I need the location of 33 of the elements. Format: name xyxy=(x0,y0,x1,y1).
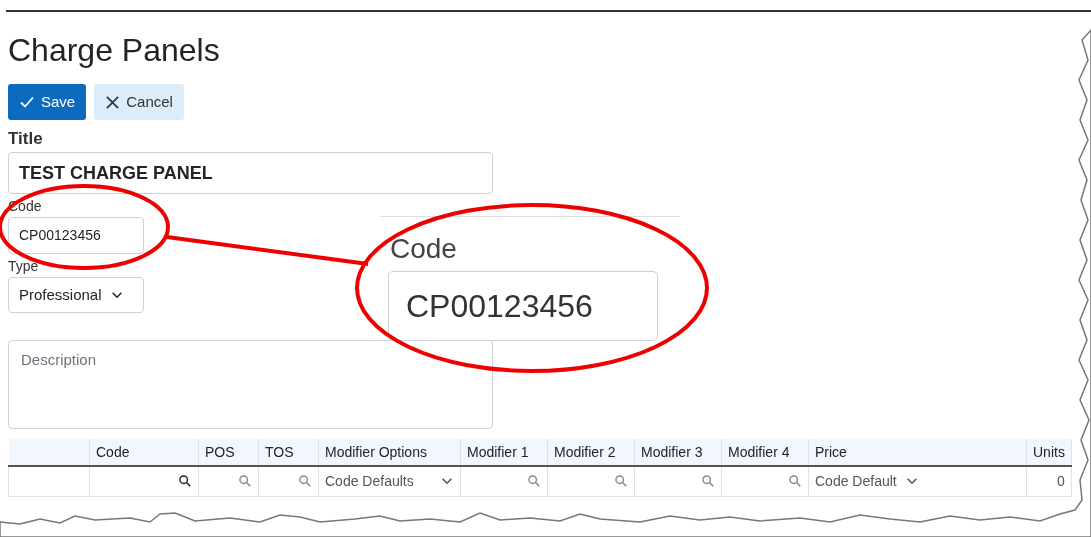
filter-cell[interactable] xyxy=(258,466,319,496)
column-header: Modifier 4 xyxy=(721,439,809,466)
field-label: Title xyxy=(8,129,44,149)
filter-cell[interactable] xyxy=(198,466,259,496)
filter-dropdown[interactable]: Code Default xyxy=(808,466,1027,496)
type-dropdown[interactable]: Professional xyxy=(8,277,144,313)
code-field[interactable]: CP00123456 xyxy=(8,217,144,254)
field-label: Code xyxy=(390,233,457,265)
filter-cell[interactable]: 0 xyxy=(1026,466,1072,496)
title-field[interactable]: TEST CHARGE PANEL xyxy=(8,152,493,194)
page-title: Charge Panels xyxy=(8,31,221,70)
column-header: Modifier 2 xyxy=(547,439,635,466)
column-header: Units xyxy=(1026,439,1072,466)
column-header: POS xyxy=(198,439,259,466)
filter-cell[interactable] xyxy=(634,466,722,496)
column-header: Modifier Options xyxy=(318,439,461,466)
close-icon xyxy=(105,94,121,110)
filter-cell[interactable] xyxy=(460,466,548,496)
column-header: TOS xyxy=(258,439,319,466)
description-field[interactable]: Description xyxy=(8,340,493,429)
column-header: Code xyxy=(89,439,199,466)
filter-cell[interactable] xyxy=(721,466,809,496)
filter-cell[interactable] xyxy=(89,466,199,496)
column-header: Modifier 3 xyxy=(634,439,722,466)
column-header: Modifier 1 xyxy=(460,439,548,466)
filter-dropdown[interactable]: Code Defaults xyxy=(318,466,461,496)
code-field: CP00123456 xyxy=(388,271,658,341)
check-icon xyxy=(19,94,35,110)
save-button[interactable]: Save xyxy=(8,84,87,120)
filter-cell[interactable] xyxy=(547,466,635,496)
field-label: Type xyxy=(8,258,40,274)
column-header: Price xyxy=(808,439,1027,466)
cancel-button[interactable]: Cancel xyxy=(94,84,184,120)
